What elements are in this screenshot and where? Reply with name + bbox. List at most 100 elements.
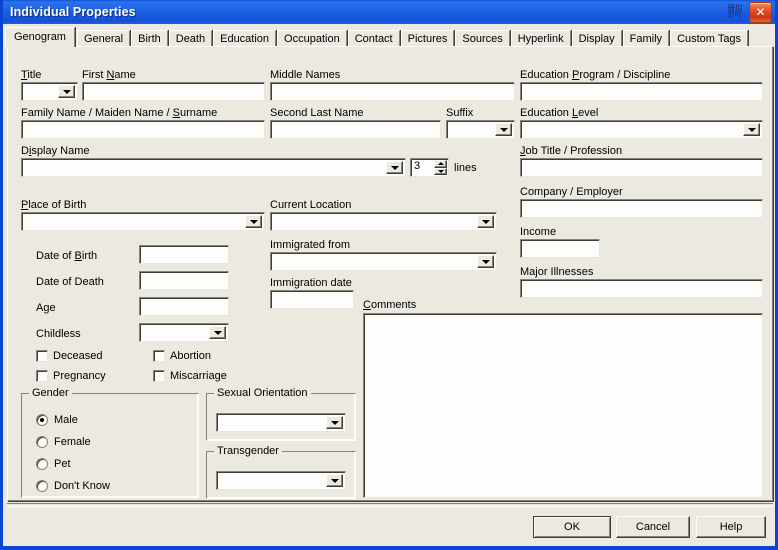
childless-label: Childless xyxy=(36,328,81,340)
abortion-label: Abortion xyxy=(170,350,211,362)
radio-icon xyxy=(36,414,48,426)
footer-divider xyxy=(7,503,773,507)
sexual-orientation-combo[interactable] xyxy=(216,413,346,432)
immigrated-from-label: Immigrated from xyxy=(270,239,351,251)
education-program-label: Education Program / Discipline xyxy=(520,69,671,81)
current-location-label: Current Location xyxy=(270,199,352,211)
gender-radio-pet[interactable]: Pet xyxy=(36,458,71,470)
current-location-combo[interactable] xyxy=(270,212,497,231)
gender-male-label: Male xyxy=(54,414,78,426)
date-of-birth-label: Date of Birth xyxy=(36,250,98,262)
checkbox-icon xyxy=(36,350,48,362)
radio-icon xyxy=(36,436,48,448)
middle-names-input[interactable] xyxy=(270,82,515,101)
second-last-name-input[interactable] xyxy=(270,120,441,139)
company-label: Company / Employer xyxy=(520,186,623,198)
family-name-input[interactable] xyxy=(21,120,265,139)
comments-textarea[interactable] xyxy=(363,313,763,498)
gender-radio-male[interactable]: Male xyxy=(36,414,78,426)
major-illnesses-label: Major Illnesses xyxy=(520,266,594,278)
date-of-death-label: Date of Death xyxy=(36,276,104,288)
chevron-down-icon[interactable] xyxy=(326,416,343,429)
immigrated-from-combo[interactable] xyxy=(270,252,497,271)
miscarriage-label: Miscarriage xyxy=(170,370,227,382)
date-of-birth-input[interactable] xyxy=(139,245,229,264)
first-name-input[interactable] xyxy=(82,82,265,101)
chevron-down-icon[interactable] xyxy=(209,326,226,339)
pregnancy-checkbox[interactable]: Pregnancy xyxy=(36,370,106,382)
sexual-orientation-group-title: Sexual Orientation xyxy=(214,387,311,399)
job-title-input[interactable] xyxy=(520,158,763,177)
suffix-combo[interactable] xyxy=(446,120,515,139)
place-of-birth-label: Place of Birth xyxy=(21,199,87,211)
checkbox-icon xyxy=(153,370,165,382)
ime-language-icon[interactable]: 冊坩 좌퍼 xyxy=(724,3,746,21)
spin-up-icon[interactable] xyxy=(434,160,447,168)
major-illnesses-input[interactable] xyxy=(520,279,763,298)
display-name-label: Display Name xyxy=(21,145,90,157)
immigration-date-input[interactable] xyxy=(270,290,354,309)
individual-properties-window: Individual Properties 冊坩 좌퍼 ✕ Genogram Ge… xyxy=(0,0,778,550)
gender-radio-dont-know[interactable]: Don't Know xyxy=(36,480,110,492)
chevron-down-icon[interactable] xyxy=(386,161,403,174)
abortion-checkbox[interactable]: Abortion xyxy=(153,350,211,362)
chevron-down-icon[interactable] xyxy=(58,85,75,98)
middle-names-label: Middle Names xyxy=(270,69,341,81)
ok-button[interactable]: OK xyxy=(533,516,611,538)
close-icon[interactable]: ✕ xyxy=(749,1,772,23)
tab-genogram[interactable]: Genogram xyxy=(5,27,75,47)
immigration-date-label: Immigration date xyxy=(270,277,352,289)
title-combo[interactable] xyxy=(21,82,78,101)
miscarriage-checkbox[interactable]: Miscarriage xyxy=(153,370,227,382)
comments-label: Comments xyxy=(363,299,417,311)
chevron-down-icon[interactable] xyxy=(477,215,494,228)
company-input[interactable] xyxy=(520,199,763,218)
gender-pet-label: Pet xyxy=(54,458,71,470)
lines-stepper[interactable]: 3 xyxy=(410,158,449,177)
spin-down-icon[interactable] xyxy=(434,167,447,175)
transgender-combo[interactable] xyxy=(216,471,346,490)
radio-icon xyxy=(36,458,48,470)
place-of-birth-combo[interactable] xyxy=(21,212,265,231)
genogram-tab-panel: Title First Name Middle Names Education … xyxy=(7,46,773,501)
job-title-label: Job Title / Profession xyxy=(520,145,623,157)
lines-value: 3 xyxy=(414,160,421,172)
gender-dont-know-label: Don't Know xyxy=(54,480,110,492)
date-of-death-input[interactable] xyxy=(139,271,229,290)
gender-group-title: Gender xyxy=(29,387,72,399)
transgender-group-title: Transgender xyxy=(214,445,282,457)
gender-radio-female[interactable]: Female xyxy=(36,436,91,448)
deceased-label: Deceased xyxy=(53,350,103,362)
education-level-label: Education Level xyxy=(520,107,599,119)
education-level-combo[interactable] xyxy=(520,120,763,139)
cancel-button[interactable]: Cancel xyxy=(616,516,690,538)
title-bar: Individual Properties 冊坩 좌퍼 ✕ xyxy=(3,0,775,24)
chevron-down-icon[interactable] xyxy=(495,123,512,136)
chevron-down-icon[interactable] xyxy=(477,255,494,268)
deceased-checkbox[interactable]: Deceased xyxy=(36,350,103,362)
childless-combo[interactable] xyxy=(139,323,229,342)
pregnancy-label: Pregnancy xyxy=(53,370,106,382)
checkbox-icon xyxy=(153,350,165,362)
lines-spin-buttons[interactable] xyxy=(434,160,447,175)
chevron-down-icon[interactable] xyxy=(245,215,262,228)
radio-icon xyxy=(36,480,48,492)
help-button[interactable]: Help xyxy=(696,516,766,538)
display-name-combo[interactable] xyxy=(21,158,406,177)
gender-female-label: Female xyxy=(54,436,91,448)
suffix-label: Suffix xyxy=(446,107,474,119)
family-name-label: Family Name / Maiden Name / Surname xyxy=(21,107,218,119)
age-input[interactable] xyxy=(139,297,229,316)
title-label: Title xyxy=(21,69,42,81)
lines-label: lines xyxy=(454,162,477,174)
checkbox-icon xyxy=(36,370,48,382)
education-program-input[interactable] xyxy=(520,82,763,101)
chevron-down-icon[interactable] xyxy=(743,123,760,136)
second-last-name-label: Second Last Name xyxy=(270,107,364,119)
chevron-down-icon[interactable] xyxy=(326,474,343,487)
first-name-label: First Name xyxy=(82,69,136,81)
tab-strip: Genogram General Birth Death Education O… xyxy=(5,27,773,48)
income-label: Income xyxy=(520,226,557,238)
income-input[interactable] xyxy=(520,239,600,258)
age-label: Age xyxy=(36,302,56,314)
